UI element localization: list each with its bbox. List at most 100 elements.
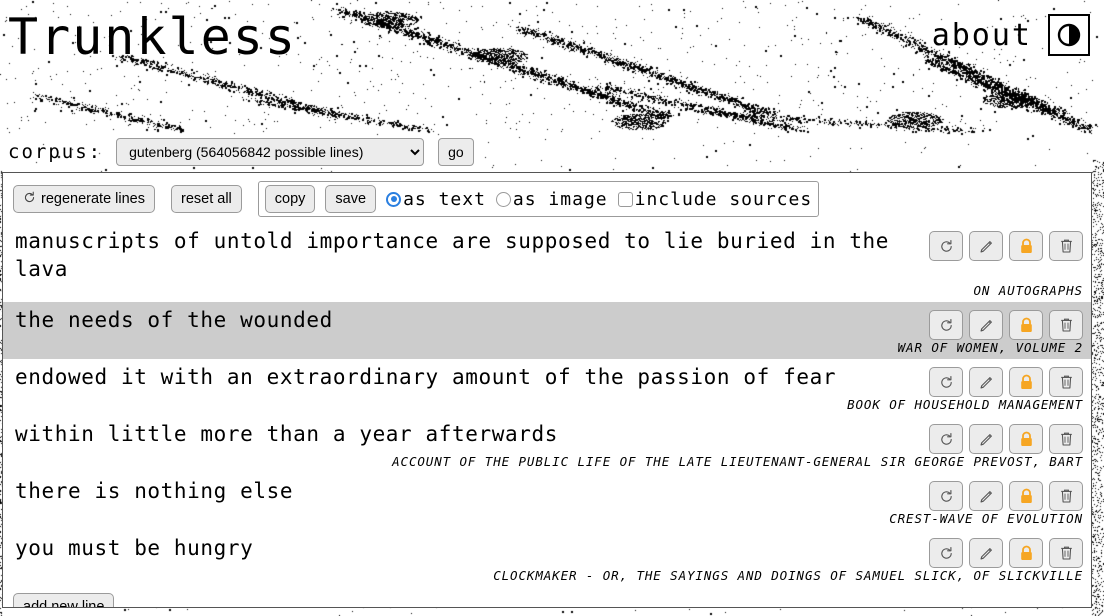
line-regenerate-button[interactable] xyxy=(929,424,963,454)
add-new-line-button[interactable]: add new line xyxy=(13,593,115,607)
pencil-icon xyxy=(978,431,995,448)
line-main: within little more than a year afterward… xyxy=(3,420,1091,454)
line-lock-button[interactable] xyxy=(1009,310,1043,340)
line-source-attribution: CLOCKMAKER - OR, THE SAYINGS AND DOINGS … xyxy=(493,568,1083,583)
line-source-attribution: ACCOUNT OF THE PUBLIC LIFE OF THE LATE L… xyxy=(392,454,1083,469)
line-row[interactable]: within little more than a year afterward… xyxy=(3,416,1091,473)
refresh-icon xyxy=(939,489,954,504)
line-regenerate-button[interactable] xyxy=(929,481,963,511)
lock-icon xyxy=(1019,238,1034,255)
line-delete-button[interactable] xyxy=(1049,538,1083,568)
line-lock-button[interactable] xyxy=(1009,424,1043,454)
line-main: endowed it with an extraordinary amount … xyxy=(3,363,1091,397)
line-lock-button[interactable] xyxy=(1009,231,1043,261)
line-edit-button[interactable] xyxy=(969,367,1003,397)
line-text[interactable]: within little more than a year afterward… xyxy=(3,420,925,448)
line-delete-button[interactable] xyxy=(1049,310,1083,340)
refresh-icon xyxy=(939,546,954,561)
toolbar: regenerate lines reset all copy save as … xyxy=(3,173,1091,223)
go-button[interactable]: go xyxy=(438,138,474,166)
corpus-label: corpus: xyxy=(8,141,103,163)
line-actions xyxy=(925,420,1091,454)
regenerate-lines-label: regenerate lines xyxy=(41,191,145,207)
line-edit-button[interactable] xyxy=(969,538,1003,568)
lock-icon xyxy=(1019,488,1034,505)
pencil-icon xyxy=(978,488,995,505)
line-edit-button[interactable] xyxy=(969,481,1003,511)
refresh-icon xyxy=(939,239,954,254)
lines-panel: regenerate lines reset all copy save as … xyxy=(2,172,1092,608)
line-text[interactable]: there is nothing else xyxy=(3,477,925,505)
include-sources-checkbox[interactable] xyxy=(617,191,633,207)
line-source-attribution: BOOK OF HOUSEHOLD MANAGEMENT xyxy=(847,397,1083,412)
line-regenerate-button[interactable] xyxy=(929,231,963,261)
add-line-row: add new line xyxy=(3,587,1091,607)
about-link[interactable]: about xyxy=(932,18,1032,53)
as-text-label: as text xyxy=(403,188,486,210)
trash-icon xyxy=(1059,488,1074,504)
lines-list: manuscripts of untold importance are sup… xyxy=(3,223,1091,587)
lock-icon xyxy=(1019,431,1034,448)
line-delete-button[interactable] xyxy=(1049,367,1083,397)
regenerate-lines-button[interactable]: regenerate lines xyxy=(13,185,155,213)
line-row[interactable]: you must be hungry CLOCKMAKER - OR, THE S… xyxy=(3,530,1091,587)
as-image-label: as image xyxy=(512,188,608,210)
reset-all-button[interactable]: reset all xyxy=(171,185,242,213)
line-main: the needs of the wounded xyxy=(3,306,1091,340)
header-actions: about xyxy=(932,14,1090,56)
as-image-option[interactable]: as image xyxy=(495,188,608,210)
line-actions xyxy=(925,227,1091,261)
page-title: Trunkless xyxy=(8,8,297,66)
corpus-select[interactable]: gutenberg (564056842 possible lines) xyxy=(116,138,425,166)
export-options-group: copy save as text as image include sourc… xyxy=(257,181,820,217)
line-text[interactable]: you must be hungry xyxy=(3,534,925,562)
as-image-radio[interactable] xyxy=(495,191,511,207)
trash-icon xyxy=(1059,238,1074,254)
line-regenerate-button[interactable] xyxy=(929,538,963,568)
line-source-attribution: CREST-WAVE OF EVOLUTION xyxy=(889,511,1083,526)
pencil-icon xyxy=(978,317,995,334)
refresh-icon xyxy=(939,432,954,447)
lock-icon xyxy=(1019,317,1034,334)
corpus-selector-row: corpus: gutenberg (564056842 possible li… xyxy=(0,134,1104,170)
line-source-attribution: ON AUTOGRAPHS xyxy=(973,283,1083,298)
line-actions xyxy=(925,534,1091,568)
refresh-icon xyxy=(23,191,36,208)
line-row[interactable]: the needs of the wounded WAR OF WOMEN, VO… xyxy=(3,302,1091,359)
save-button[interactable]: save xyxy=(325,185,377,213)
line-actions xyxy=(925,306,1091,340)
line-edit-button[interactable] xyxy=(969,424,1003,454)
include-sources-label: include sources xyxy=(634,188,813,210)
line-lock-button[interactable] xyxy=(1009,367,1043,397)
copy-button[interactable]: copy xyxy=(264,185,316,213)
line-regenerate-button[interactable] xyxy=(929,310,963,340)
trash-icon xyxy=(1059,317,1074,333)
pencil-icon xyxy=(978,545,995,562)
trash-icon xyxy=(1059,545,1074,561)
line-row[interactable]: there is nothing else CREST-WAVE OF EVOLU… xyxy=(3,473,1091,530)
as-text-radio[interactable] xyxy=(386,191,402,207)
line-delete-button[interactable] xyxy=(1049,481,1083,511)
theme-toggle-button[interactable] xyxy=(1048,14,1090,56)
line-main: manuscripts of untold importance are sup… xyxy=(3,227,1091,283)
line-text[interactable]: endowed it with an extraordinary amount … xyxy=(3,363,925,391)
line-lock-button[interactable] xyxy=(1009,481,1043,511)
line-edit-button[interactable] xyxy=(969,231,1003,261)
line-text[interactable]: the needs of the wounded xyxy=(3,306,925,334)
line-delete-button[interactable] xyxy=(1049,231,1083,261)
half-circle-contrast-icon xyxy=(1057,23,1081,47)
lock-icon xyxy=(1019,545,1034,562)
line-edit-button[interactable] xyxy=(969,310,1003,340)
line-row[interactable]: endowed it with an extraordinary amount … xyxy=(3,359,1091,416)
as-text-option[interactable]: as text xyxy=(386,189,486,210)
line-regenerate-button[interactable] xyxy=(929,367,963,397)
lock-icon xyxy=(1019,374,1034,391)
pencil-icon xyxy=(978,238,995,255)
line-text[interactable]: manuscripts of untold importance are sup… xyxy=(3,227,925,283)
include-sources-option[interactable]: include sources xyxy=(617,188,813,210)
refresh-icon xyxy=(939,375,954,390)
line-main: you must be hungry xyxy=(3,534,1091,568)
line-lock-button[interactable] xyxy=(1009,538,1043,568)
line-row[interactable]: manuscripts of untold importance are sup… xyxy=(3,223,1091,302)
line-delete-button[interactable] xyxy=(1049,424,1083,454)
